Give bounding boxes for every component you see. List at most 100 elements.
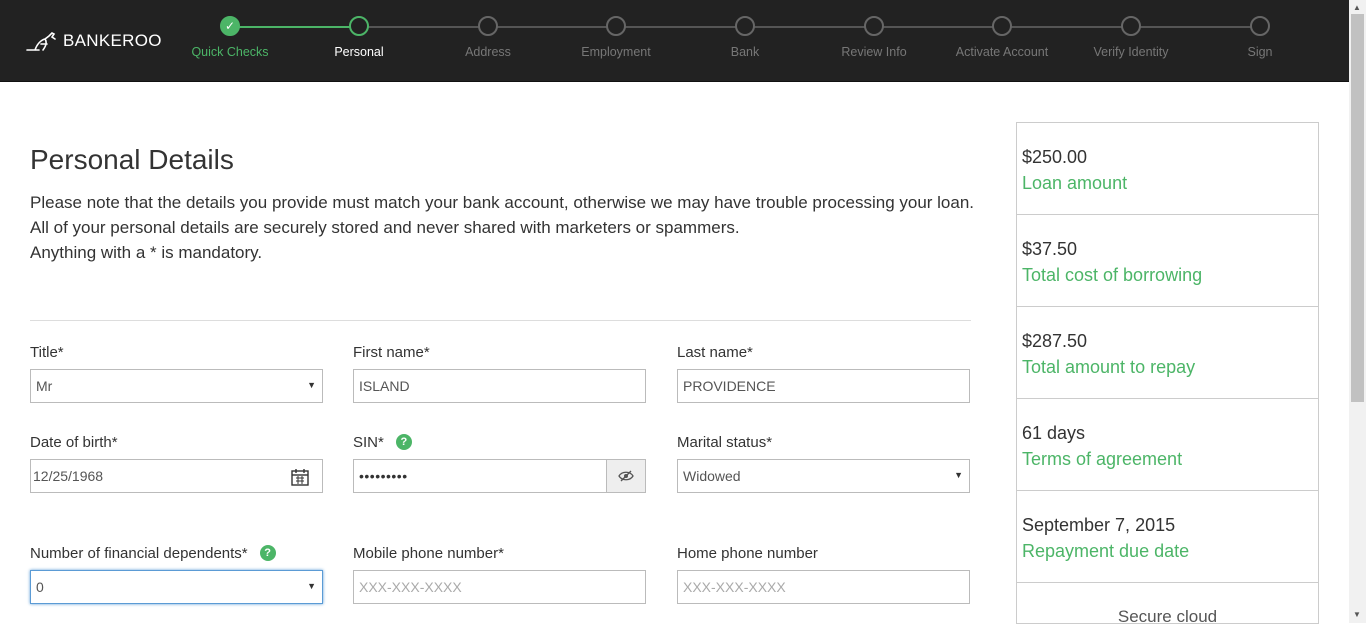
scrollbar-thumb[interactable]	[1351, 14, 1364, 402]
step-dot	[478, 16, 498, 36]
step-employment[interactable]: Employment	[556, 16, 676, 59]
step-label: Employment	[581, 45, 651, 59]
brand-logo[interactable]: BANKEROO	[25, 30, 162, 52]
summary-cost-of-borrowing: $37.50 Total cost of borrowing	[1017, 215, 1318, 307]
summary-due-date: September 7, 2015 Repayment due date	[1017, 491, 1318, 583]
chevron-down-icon: ▼	[307, 581, 316, 591]
summary-caption: Loan amount	[1022, 173, 1128, 193]
home-phone-label: Home phone number	[677, 544, 818, 562]
sin-input[interactable]: •••••••••	[353, 459, 646, 493]
title-select[interactable]: Mr ▼	[30, 369, 323, 403]
help-icon[interactable]: ?	[395, 434, 412, 450]
home-phone-field: Home phone number XXX-XXX-XXXX	[677, 543, 970, 604]
dob-value: 12/25/1968	[33, 468, 104, 484]
step-label: Personal	[334, 45, 384, 59]
sin-field: SIN* ? •••••••••	[353, 432, 646, 493]
title-value: Mr	[36, 378, 53, 394]
first-name-value: ISLAND	[359, 378, 410, 394]
dependents-select[interactable]: 0 ▼	[30, 570, 323, 604]
calendar-icon[interactable]	[291, 468, 309, 486]
step-dot	[606, 16, 626, 36]
home-phone-input[interactable]: XXX-XXX-XXXX	[677, 570, 970, 604]
marital-status-select[interactable]: Widowed ▼	[677, 459, 970, 493]
summary-caption: Total cost of borrowing	[1022, 265, 1203, 285]
step-dot	[992, 16, 1012, 36]
last-name-field: Last name* PROVIDENCE	[677, 342, 970, 403]
sin-label: SIN*	[353, 433, 384, 451]
summary-caption: Total amount to repay	[1022, 357, 1196, 377]
first-name-input[interactable]: ISLAND	[353, 369, 646, 403]
step-label: Review Info	[841, 45, 907, 59]
step-quick-checks[interactable]: ✓ Quick Checks	[170, 16, 290, 59]
intro-line: Please note that the details you provide…	[30, 193, 975, 212]
step-address[interactable]: Address	[428, 16, 548, 59]
step-label: Address	[465, 45, 511, 59]
last-name-input[interactable]: PROVIDENCE	[677, 369, 970, 403]
divider	[30, 320, 971, 321]
step-label: Verify Identity	[1093, 45, 1169, 59]
intro-text: Please note that the details you provide…	[30, 190, 975, 265]
step-dot	[1250, 16, 1270, 36]
brand-name: BANKEROO	[63, 31, 162, 50]
dependents-label-row: Number of financial dependents* ?	[30, 543, 323, 563]
summary-value: $37.50	[1022, 239, 1078, 259]
dependents-field: Number of financial dependents* ? 0 ▼	[30, 543, 323, 604]
eye-slash-icon	[618, 470, 634, 482]
sin-value: •••••••••	[359, 468, 408, 484]
step-review-info[interactable]: Review Info	[814, 16, 934, 59]
mobile-phone-label: Mobile phone number*	[353, 544, 504, 562]
chevron-down-icon: ▼	[954, 470, 963, 480]
step-dot	[1121, 16, 1141, 36]
summary-loan-amount: $250.00 Loan amount	[1017, 123, 1318, 215]
toggle-visibility-button[interactable]	[606, 459, 646, 493]
title-label: Title*	[30, 343, 64, 361]
dob-input[interactable]: 12/25/1968	[30, 459, 323, 493]
step-label: Sign	[1247, 45, 1273, 59]
step-dot	[864, 16, 884, 36]
mobile-phone-placeholder: XXX-XXX-XXXX	[359, 579, 462, 595]
intro-line: Anything with a * is mandatory.	[30, 243, 263, 262]
summary-value: $287.50	[1022, 331, 1088, 351]
first-name-label: First name*	[353, 343, 430, 361]
step-label: Quick Checks	[191, 45, 269, 59]
help-icon[interactable]: ?	[259, 545, 276, 561]
kangaroo-icon	[26, 32, 56, 51]
sin-label-row: SIN* ?	[353, 432, 646, 452]
last-name-value: PROVIDENCE	[683, 378, 776, 394]
intro-line: All of your personal details are securel…	[30, 218, 740, 237]
mobile-phone-input[interactable]: XXX-XXX-XXXX	[353, 570, 646, 604]
step-dot	[735, 16, 755, 36]
marital-status-value: Widowed	[683, 468, 741, 484]
summary-caption: Terms of agreement	[1022, 449, 1183, 469]
scroll-down-icon[interactable]: ▼	[1353, 610, 1361, 619]
summary-value: 61 days	[1022, 423, 1086, 443]
marital-status-field: Marital status* Widowed ▼	[677, 432, 970, 493]
step-label: Bank	[730, 45, 760, 59]
home-phone-placeholder: XXX-XXX-XXXX	[683, 579, 786, 595]
summary-value: September 7, 2015	[1022, 515, 1176, 535]
step-bank[interactable]: Bank	[685, 16, 805, 59]
chevron-down-icon: ▼	[307, 380, 316, 390]
last-name-label: Last name*	[677, 343, 753, 361]
secure-cloud-badge: Secure cloud	[1117, 607, 1218, 626]
step-activate-account[interactable]: Activate Account	[942, 16, 1062, 59]
dob-label: Date of birth*	[30, 433, 118, 451]
checkmark-icon: ✓	[220, 16, 240, 36]
dependents-value: 0	[36, 579, 44, 595]
title-field: Title* Mr ▼	[30, 342, 323, 403]
summary-value: $250.00	[1022, 147, 1088, 167]
step-dot	[349, 16, 369, 36]
summary-terms: 61 days Terms of agreement	[1017, 399, 1318, 491]
scroll-up-icon[interactable]: ▲	[1353, 3, 1361, 12]
dependents-label: Number of financial dependents*	[30, 544, 248, 562]
summary-caption: Repayment due date	[1022, 541, 1190, 561]
step-verify-identity[interactable]: Verify Identity	[1071, 16, 1191, 59]
vertical-scrollbar[interactable]: ▲ ▼	[1349, 0, 1366, 623]
dob-field: Date of birth* 12/25/1968	[30, 432, 323, 493]
summary-amount-to-repay: $287.50 Total amount to repay	[1017, 307, 1318, 399]
loan-summary-panel: $250.00 Loan amount $37.50 Total cost of…	[1016, 122, 1319, 626]
step-sign[interactable]: Sign	[1200, 16, 1320, 59]
mobile-phone-field: Mobile phone number* XXX-XXX-XXXX	[353, 543, 646, 604]
page-title: Personal Details	[30, 144, 234, 175]
step-personal[interactable]: Personal	[299, 16, 419, 59]
